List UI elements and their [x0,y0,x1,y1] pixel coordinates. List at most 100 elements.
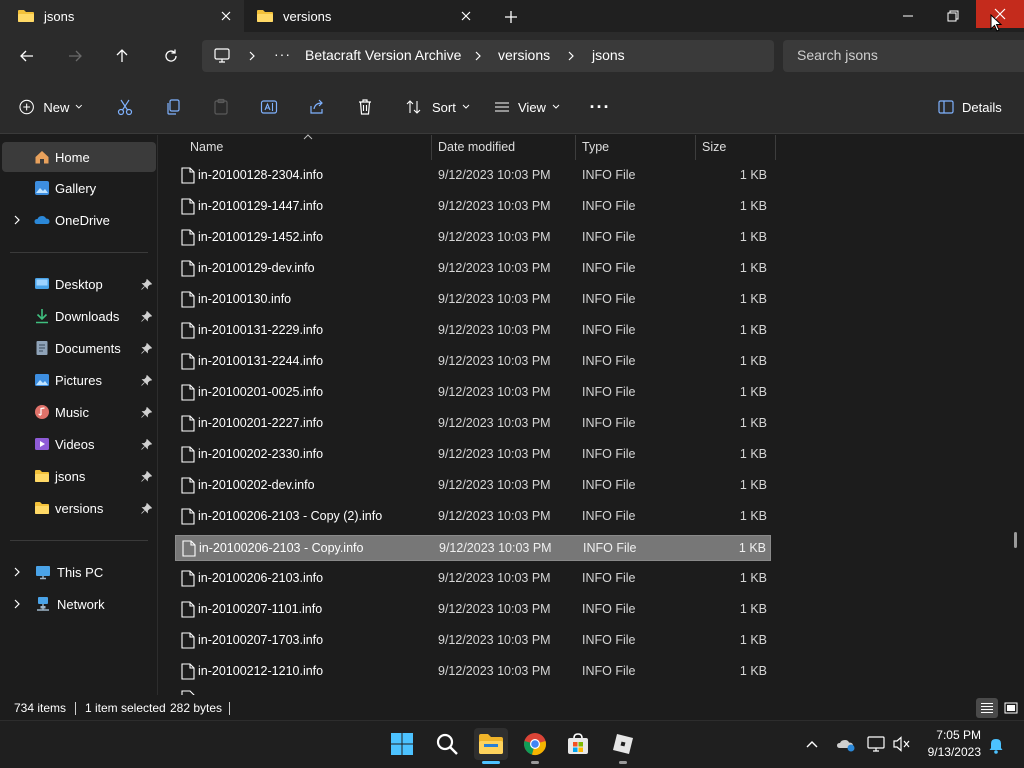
breadcrumb-jsons[interactable]: jsons [592,47,625,63]
new-tab-button[interactable] [500,6,522,28]
chevron-right-icon[interactable] [12,599,22,609]
new-button[interactable]: New [19,95,83,119]
share-button[interactable] [306,95,328,119]
sidebar-item-desktop[interactable]: Desktop [2,269,156,299]
column-header-date-modified[interactable]: Date modified [438,140,515,154]
chevron-right-icon[interactable] [12,215,22,225]
view-icon [495,102,509,112]
sort-button[interactable]: Sort [406,95,470,119]
close-tab-icon[interactable] [218,8,234,24]
column-divider[interactable] [575,135,576,160]
breadcrumb-overflow[interactable]: ··· [274,46,291,62]
sidebar-item-network[interactable]: Network [2,589,156,619]
sidebar-item-downloads[interactable]: Downloads [2,301,156,331]
file-row-selected[interactable]: in-20100206-2103 - Copy.info 9/12/2023 1… [175,535,771,561]
file-row[interactable]: in-20100207-1101.info 9/12/2023 10:03 PM… [175,597,771,623]
sidebar-item-label: Documents [55,340,121,356]
rename-button[interactable] [258,95,280,119]
chevron-right-icon[interactable] [246,49,258,63]
clock-time[interactable]: 7:05 PM [918,728,981,742]
sidebar-item-videos[interactable]: Videos [2,429,156,459]
column-header-size[interactable]: Size [702,140,726,154]
column-divider[interactable] [775,135,776,160]
cut-button[interactable] [114,95,136,119]
chevron-right-icon[interactable] [12,567,22,577]
column-header-type[interactable]: Type [582,140,609,154]
display-icon[interactable] [867,736,885,752]
file-row[interactable]: in-20100131-2229.info 9/12/2023 10:03 PM… [175,318,771,344]
sidebar-item-jsons[interactable]: jsons [2,461,156,491]
forward-button[interactable] [63,44,87,68]
column-header-name[interactable]: Name [190,140,223,154]
file-row[interactable]: in-20100128-2304.info 9/12/2023 10:03 PM… [175,163,771,189]
breadcrumb-betacraft-version-archive[interactable]: Betacraft Version Archive [305,47,461,63]
file-row[interactable]: in-20100207-1703.info 9/12/2023 10:03 PM… [175,628,771,654]
file-row[interactable]: in-20100202-2330.info 9/12/2023 10:03 PM… [175,442,771,468]
file-name: in-20100212-1210.info [198,664,324,678]
onedrive-status-icon[interactable] [836,736,856,752]
refresh-button[interactable] [159,44,183,68]
sidebar-item-label: Gallery [55,180,97,196]
back-button[interactable] [15,44,39,68]
sidebar-item-home[interactable]: Home [2,142,156,172]
tiles-view-button[interactable] [1000,698,1022,718]
chevron-right-icon[interactable] [565,49,577,63]
file-row[interactable]: in-20100130.info 9/12/2023 10:03 PM INFO… [175,287,771,313]
paste-button[interactable] [210,95,232,119]
column-divider[interactable] [695,135,696,160]
copy-button[interactable] [162,95,184,119]
tab-versions[interactable]: versions [244,0,484,32]
clock-date[interactable]: 9/13/2023 [918,745,981,759]
taskbar-roblox[interactable] [607,728,639,760]
taskbar-microsoft-store[interactable] [562,728,594,760]
more-options-button[interactable]: ··· [588,95,612,119]
taskbar-file-explorer[interactable] [474,728,508,760]
tab-jsons[interactable]: jsons [0,0,244,32]
file-row[interactable]: in-20100206-2103 - Copy (2).info 9/12/20… [175,504,771,530]
file-row[interactable]: in-20100131-2244.info 9/12/2023 10:03 PM… [175,349,771,375]
file-icon [181,260,195,277]
start-button[interactable] [386,728,418,760]
sidebar-item-music[interactable]: Music [2,397,156,427]
sidebar-item-this-pc[interactable]: This PC [2,557,156,587]
file-size: 1 KB [739,571,767,585]
scrollbar-thumb[interactable] [1014,532,1017,548]
selection-count: 1 item selected [85,701,166,715]
sidebar-item-label: OneDrive [55,212,110,228]
file-row[interactable]: in-20100129-dev.info 9/12/2023 10:03 PM … [175,256,771,282]
file-row[interactable]: in-20100206-2103.info 9/12/2023 10:03 PM… [175,566,771,592]
details-view-button[interactable] [976,698,998,718]
file-name: in-20100131-2229.info [198,323,324,337]
taskbar-chrome[interactable] [519,728,551,760]
minimize-button[interactable] [890,0,926,32]
chevron-right-icon[interactable] [472,49,484,63]
sidebar-item-onedrive[interactable]: OneDrive [2,205,156,235]
details-pane-icon [938,100,954,114]
file-row[interactable]: in-20100212-1210.info 9/12/2023 10:03 PM… [175,659,771,685]
restore-button[interactable] [935,0,971,32]
this-pc-icon[interactable] [213,48,231,64]
breadcrumb-versions[interactable]: versions [498,47,550,63]
close-tab-icon[interactable] [458,8,474,24]
chevron-up-icon[interactable] [805,738,819,750]
file-date-modified: 9/12/2023 10:03 PM [438,664,551,678]
sidebar-item-pictures[interactable]: Pictures [2,365,156,395]
speaker-muted-icon[interactable] [893,736,911,752]
taskbar-search-button[interactable] [431,728,463,760]
file-row[interactable]: in-20100129-1452.info 9/12/2023 10:03 PM… [175,225,771,251]
sidebar-item-versions[interactable]: versions [2,493,156,523]
delete-button[interactable] [354,95,376,119]
details-button[interactable]: Details [938,95,1002,119]
file-row[interactable]: in-20100202-dev.info 9/12/2023 10:03 PM … [175,473,771,499]
file-row[interactable]: in-20100201-2227.info 9/12/2023 10:03 PM… [175,411,771,437]
sidebar-item-gallery[interactable]: Gallery [2,173,156,203]
minimize-icon [903,15,913,17]
up-button[interactable] [110,44,134,68]
sidebar-item-documents[interactable]: Documents [2,333,156,363]
gallery-icon [34,180,50,196]
view-button[interactable]: View [494,95,562,119]
file-row[interactable]: in-20100201-0025.info 9/12/2023 10:03 PM… [175,380,771,406]
file-row[interactable]: in-20100129-1447.info 9/12/2023 10:03 PM… [175,194,771,220]
column-divider[interactable] [431,135,432,160]
notification-bell-icon[interactable] [988,736,1004,754]
